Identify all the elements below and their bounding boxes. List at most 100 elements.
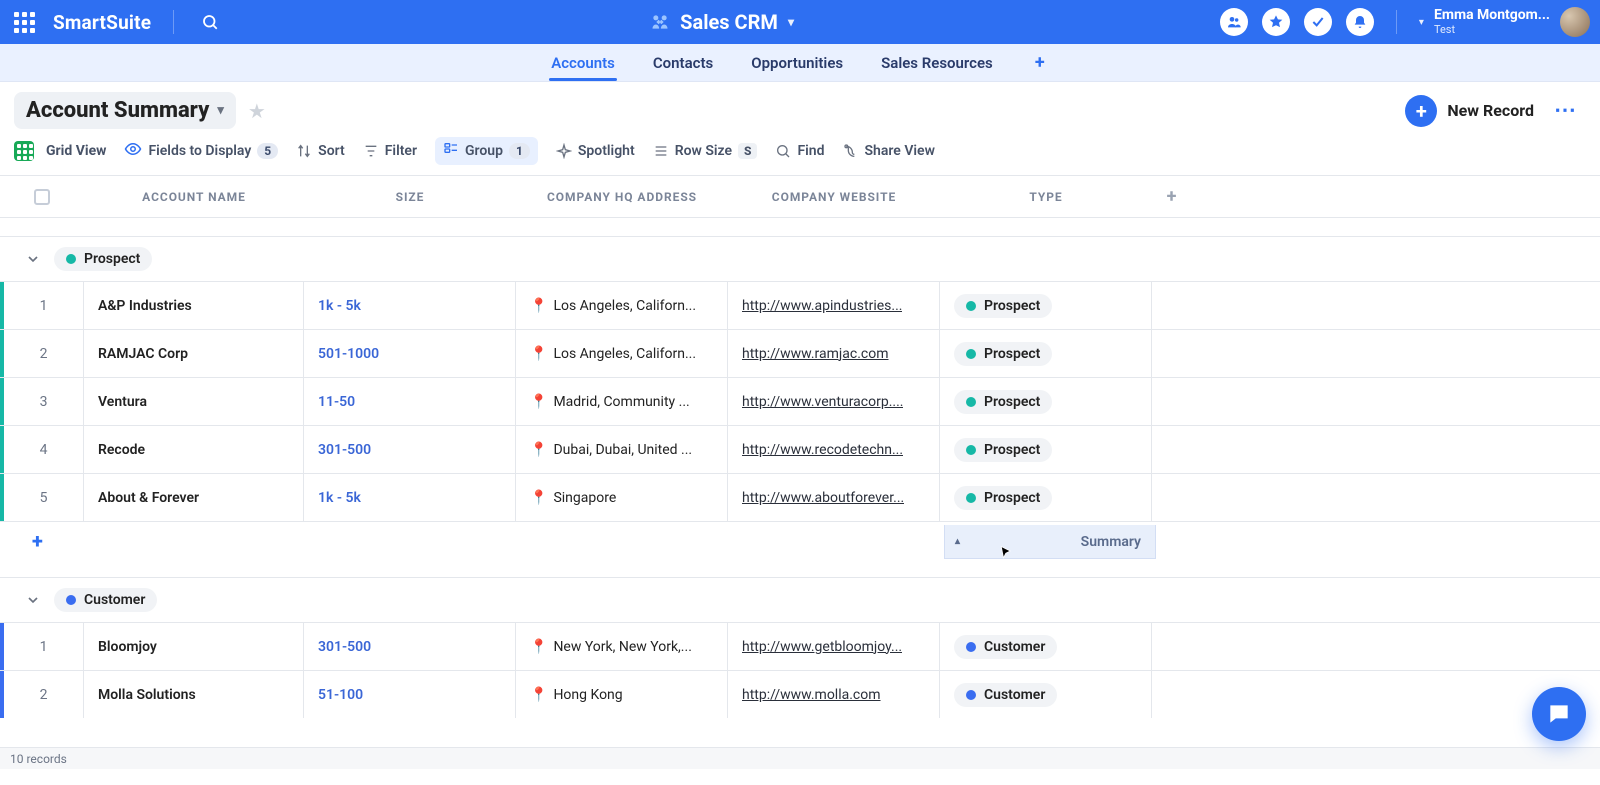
tab-opportunities[interactable]: Opportunities (749, 46, 845, 80)
add-column-button[interactable]: + (1152, 186, 1192, 207)
column-header-hq[interactable]: COMPANY HQ ADDRESS (516, 190, 728, 204)
bell-icon[interactable] (1346, 8, 1374, 36)
row-index[interactable]: 5 (4, 474, 84, 521)
view-name: Account Summary (26, 98, 209, 123)
row-index[interactable]: 4 (4, 426, 84, 473)
star-icon[interactable] (1262, 8, 1290, 36)
cell-size[interactable]: 11-50 (304, 378, 516, 425)
cell-account-name[interactable]: Bloomjoy (84, 623, 304, 670)
cell-hq[interactable]: 📍Hong Kong (516, 671, 728, 718)
cell-size[interactable]: 501-1000 (304, 330, 516, 377)
cell-size[interactable]: 301-500 (304, 426, 516, 473)
column-header-type[interactable]: TYPE (940, 190, 1152, 204)
cell-website[interactable]: http://www.molla.com (728, 671, 940, 718)
share-view-button[interactable]: Share View (843, 143, 935, 159)
members-icon[interactable] (1220, 8, 1248, 36)
avatar[interactable] (1560, 7, 1590, 37)
favorite-star-icon[interactable]: ★ (248, 99, 266, 123)
spotlight-label: Spotlight (578, 143, 635, 159)
plus-icon: + (1405, 95, 1437, 127)
cell-hq[interactable]: 📍Dubai, Dubai, United ... (516, 426, 728, 473)
search-icon[interactable] (196, 8, 224, 36)
cell-account-name[interactable]: About & Forever (84, 474, 304, 521)
view-name-dropdown[interactable]: Account Summary ▾ (14, 92, 236, 129)
fields-to-display-button[interactable]: Fields to Display 5 (124, 140, 278, 162)
spotlight-button[interactable]: Spotlight (556, 143, 635, 159)
cell-type[interactable]: Customer (940, 671, 1152, 718)
cell-website[interactable]: http://www.venturacorp.... (728, 378, 940, 425)
more-menu-icon[interactable]: ⋯ (1546, 98, 1586, 123)
cell-hq[interactable]: 📍Madrid, Community ... (516, 378, 728, 425)
cell-website[interactable]: http://www.ramjac.com (728, 330, 940, 377)
row-index[interactable]: 1 (4, 282, 84, 329)
cell-hq[interactable]: 📍Los Angeles, Californ... (516, 282, 728, 329)
row-index[interactable]: 3 (4, 378, 84, 425)
topbar: SmartSuite Sales CRM ▾ ▾ Emma Montgom... (0, 0, 1600, 44)
table-row[interactable]: 3Ventura11-50📍Madrid, Community ...http:… (0, 377, 1600, 425)
cell-account-name[interactable]: Molla Solutions (84, 671, 304, 718)
row-index[interactable]: 1 (4, 623, 84, 670)
cell-account-name[interactable]: Ventura (84, 378, 304, 425)
cell-account-name[interactable]: A&P Industries (84, 282, 304, 329)
new-record-button[interactable]: + New Record (1405, 95, 1534, 127)
cell-size[interactable]: 1k - 5k (304, 282, 516, 329)
sort-button[interactable]: Sort (296, 143, 345, 159)
find-button[interactable]: Find (775, 143, 824, 159)
group-count-badge: 1 (509, 143, 530, 159)
group-header[interactable]: Prospect (0, 237, 1600, 281)
select-all-checkbox[interactable] (34, 189, 50, 205)
column-header-size[interactable]: SIZE (304, 190, 516, 204)
table-row[interactable]: 1Bloomjoy301-500📍New York, New York,...h… (0, 622, 1600, 670)
table-body[interactable]: Prospect1A&P Industries1k - 5k📍Los Angel… (0, 218, 1600, 785)
row-index[interactable]: 2 (4, 671, 84, 718)
group-header[interactable]: Customer (0, 578, 1600, 622)
tab-accounts[interactable]: Accounts (549, 46, 617, 80)
cell-size[interactable]: 51-100 (304, 671, 516, 718)
grid-view-toggle[interactable]: Grid View (14, 141, 106, 161)
add-row[interactable]: + (0, 521, 1600, 559)
cell-type[interactable]: Prospect (940, 282, 1152, 329)
cell-type[interactable]: Prospect (940, 378, 1152, 425)
cell-account-name[interactable]: RAMJAC Corp (84, 330, 304, 377)
cell-hq[interactable]: 📍Los Angeles, Californ... (516, 330, 728, 377)
summary-cell[interactable]: ▴ Summary (944, 525, 1156, 559)
column-header-name[interactable]: ACCOUNT NAME (84, 190, 304, 204)
cell-size[interactable]: 301-500 (304, 623, 516, 670)
table-row[interactable]: 2Molla Solutions51-100📍Hong Konghttp://w… (0, 670, 1600, 718)
chat-fab[interactable] (1532, 687, 1586, 741)
user-menu[interactable]: ▾ Emma Montgom... Test (1419, 7, 1590, 37)
group-chip: Prospect (54, 247, 152, 271)
column-header-web[interactable]: COMPANY WEBSITE (728, 190, 940, 204)
tab-contacts[interactable]: Contacts (651, 46, 715, 80)
cell-type[interactable]: Prospect (940, 426, 1152, 473)
check-icon[interactable] (1304, 8, 1332, 36)
cell-hq[interactable]: 📍Singapore (516, 474, 728, 521)
brand-logo[interactable]: SmartSuite (53, 11, 151, 34)
table-row[interactable]: 2RAMJAC Corp501-1000📍Los Angeles, Califo… (0, 329, 1600, 377)
cell-type[interactable]: Customer (940, 623, 1152, 670)
cell-website[interactable]: http://www.getbloomjoy... (728, 623, 940, 670)
cell-type[interactable]: Prospect (940, 474, 1152, 521)
cell-hq[interactable]: 📍New York, New York,... (516, 623, 728, 670)
table-row[interactable]: 1A&P Industries1k - 5k📍Los Angeles, Cali… (0, 281, 1600, 329)
cell-type[interactable]: Prospect (940, 330, 1152, 377)
filter-button[interactable]: Filter (363, 143, 417, 159)
add-tab-button[interactable]: + (1029, 52, 1051, 74)
apps-icon[interactable] (10, 8, 39, 37)
tab-sales-resources[interactable]: Sales Resources (879, 46, 995, 80)
chevron-down-icon[interactable]: ▾ (788, 15, 794, 29)
pin-icon: 📍 (530, 639, 547, 655)
group-button[interactable]: Group 1 (435, 137, 538, 165)
row-size-button[interactable]: Row Size S (653, 143, 758, 159)
cell-website[interactable]: http://www.recodetechn... (728, 426, 940, 473)
cell-size[interactable]: 1k - 5k (304, 474, 516, 521)
cell-website[interactable]: http://www.apindustries... (728, 282, 940, 329)
table-row[interactable]: 5About & Forever1k - 5k📍Singaporehttp://… (0, 473, 1600, 521)
row-index[interactable]: 2 (4, 330, 84, 377)
solution-name[interactable]: Sales CRM (680, 10, 778, 34)
table-row[interactable]: 4Recode301-500📍Dubai, Dubai, United ...h… (0, 425, 1600, 473)
status-dot (966, 690, 976, 700)
chevron-down-icon (22, 248, 44, 270)
cell-website[interactable]: http://www.aboutforever... (728, 474, 940, 521)
cell-account-name[interactable]: Recode (84, 426, 304, 473)
